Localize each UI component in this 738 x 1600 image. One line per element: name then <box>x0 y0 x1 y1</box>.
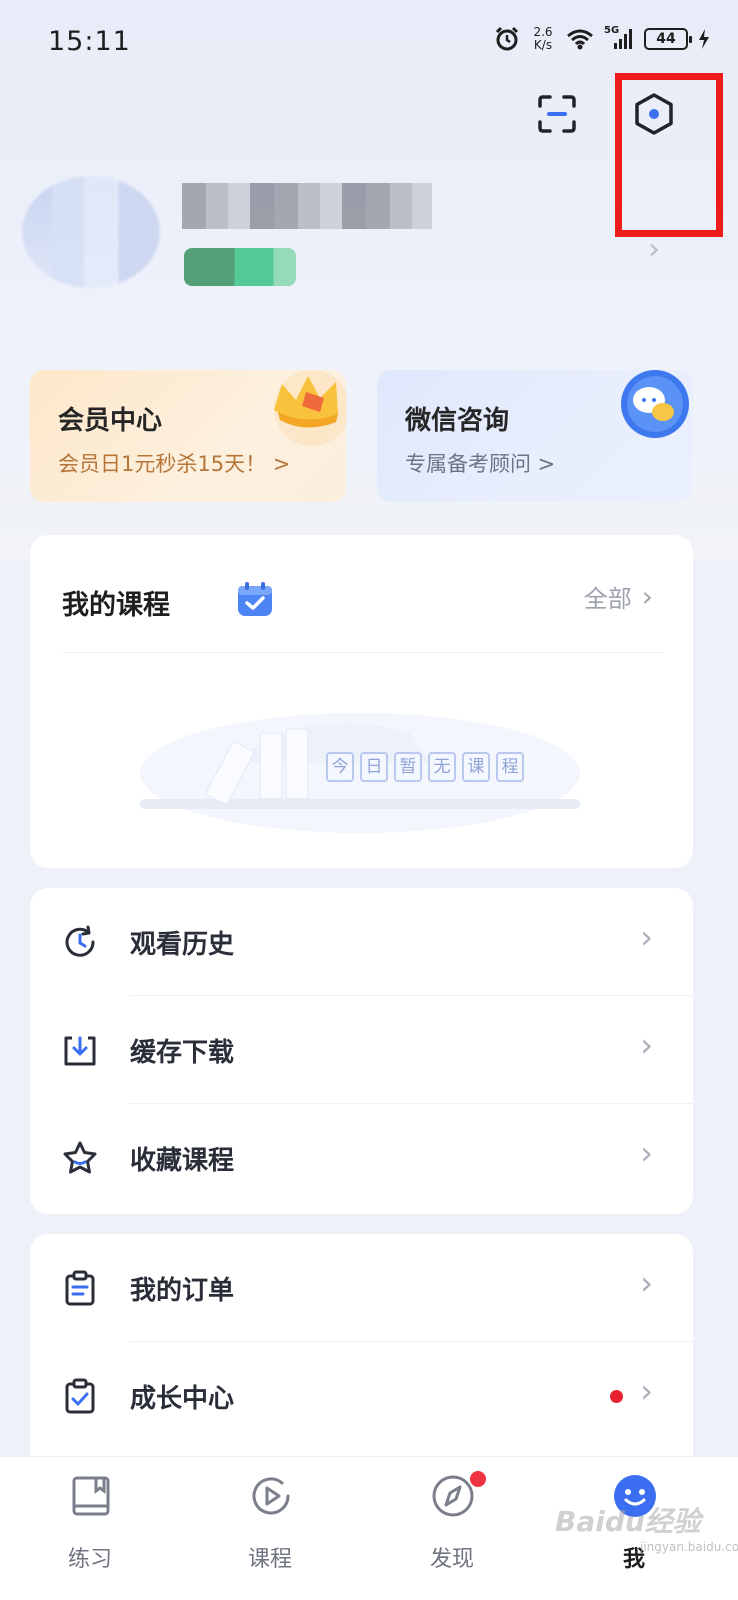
nav-label: 发现 <box>429 1547 474 1572</box>
alarm-icon <box>495 26 519 51</box>
chevron-right-icon: › <box>641 580 653 613</box>
vip-center-title: 会员中心 <box>58 406 163 436</box>
signal-icon: 5G <box>604 25 634 51</box>
star-icon <box>63 1141 97 1174</box>
net-speed-unit: K/s <box>533 38 553 52</box>
nav-tab-discover[interactable]: 发现 <box>392 1471 512 1581</box>
profile-chevron-icon[interactable]: › <box>648 232 660 267</box>
all-courses-label: 全部 <box>583 585 632 613</box>
chevron-right-icon: › <box>640 1026 653 1064</box>
nav-tab-courses[interactable]: 课程 <box>210 1471 330 1581</box>
empty-char: 今 <box>326 752 354 782</box>
battery-indicator: 44 <box>644 28 692 50</box>
menu-item-my-orders[interactable]: 我的订单 › <box>30 1234 693 1342</box>
all-courses-link[interactable]: 全部 › <box>584 579 653 614</box>
wechat-consult-card[interactable]: 微信咨询 专属备考顾问 > <box>377 370 693 502</box>
wechat-chat-icon <box>621 370 689 438</box>
clipboard-check-icon <box>65 1378 95 1414</box>
empty-courses-message: 今 日 暂 无 课 程 <box>326 752 524 782</box>
empty-char: 暂 <box>394 752 422 782</box>
download-icon <box>64 1036 96 1066</box>
menu-item-label: 观看历史 <box>130 930 235 960</box>
wifi-icon <box>567 29 593 50</box>
book-icon <box>72 1476 110 1516</box>
chevron-right-icon: › <box>640 918 653 956</box>
menu-item-favorite-courses[interactable]: 收藏课程 › <box>30 1104 693 1212</box>
menu-group-2: 我的订单 › 成长中心 › <box>30 1234 693 1494</box>
nav-label: 课程 <box>247 1547 292 1572</box>
notification-dot <box>610 1390 623 1403</box>
clipboard-icon <box>65 1270 95 1306</box>
empty-char: 程 <box>496 752 524 782</box>
menu-item-label: 收藏课程 <box>130 1146 235 1176</box>
username-blurred <box>182 183 432 229</box>
avatar[interactable] <box>22 176 160 288</box>
charging-icon <box>699 29 709 49</box>
calendar-check-icon <box>238 582 272 616</box>
status-bar: 15:11 2.6 K/s 5G 44 <box>0 0 738 84</box>
chevron-right-icon: › <box>640 1372 653 1410</box>
annotation-highlight-box <box>615 73 723 237</box>
chevron-right-icon: › <box>640 1264 653 1302</box>
my-courses-title: 我的课程 <box>62 590 170 621</box>
wechat-consult-title: 微信咨询 <box>405 406 510 436</box>
wechat-consult-subtitle: 专属备考顾问 > <box>405 452 556 476</box>
divider <box>62 652 663 653</box>
net-speed: 2.6 K/s <box>530 26 556 52</box>
chevron-right-icon: › <box>640 1134 653 1172</box>
scan-icon[interactable] <box>536 94 578 134</box>
vip-center-card[interactable]: 会员中心 会员日1元秒杀15天！ > <box>30 370 346 502</box>
play-icon <box>252 1477 290 1515</box>
nav-tab-practice[interactable]: 练习 <box>30 1471 150 1581</box>
nav-label: 练习 <box>67 1547 112 1572</box>
empty-char: 无 <box>428 752 456 782</box>
my-courses-card: 我的课程 全部 › 今 日 暂 无 课 程 <box>30 535 693 868</box>
level-badge <box>184 248 296 286</box>
menu-group-1: 观看历史 › 缓存下载 › 收藏课程 › <box>30 888 693 1214</box>
crown-icon <box>274 370 346 446</box>
watermark-url: jingyan.baidu.com <box>640 1540 738 1554</box>
empty-char: 日 <box>360 752 388 782</box>
menu-item-label: 我的订单 <box>130 1276 235 1306</box>
menu-item-label: 成长中心 <box>130 1384 235 1414</box>
menu-item-cache-download[interactable]: 缓存下载 › <box>30 996 693 1104</box>
watermark: Baidu经验 <box>555 1505 701 1538</box>
status-icons: 2.6 K/s 5G 44 <box>494 25 710 52</box>
empty-char: 课 <box>462 752 490 782</box>
notification-dot <box>470 1471 486 1487</box>
menu-item-growth-center[interactable]: 成长中心 › <box>30 1342 693 1450</box>
menu-item-label: 缓存下载 <box>130 1038 235 1068</box>
menu-item-watch-history[interactable]: 观看历史 › <box>30 888 693 996</box>
vip-center-subtitle: 会员日1元秒杀15天！ > <box>58 452 291 476</box>
history-clock-icon <box>65 925 95 957</box>
status-time: 15:11 <box>48 26 131 57</box>
